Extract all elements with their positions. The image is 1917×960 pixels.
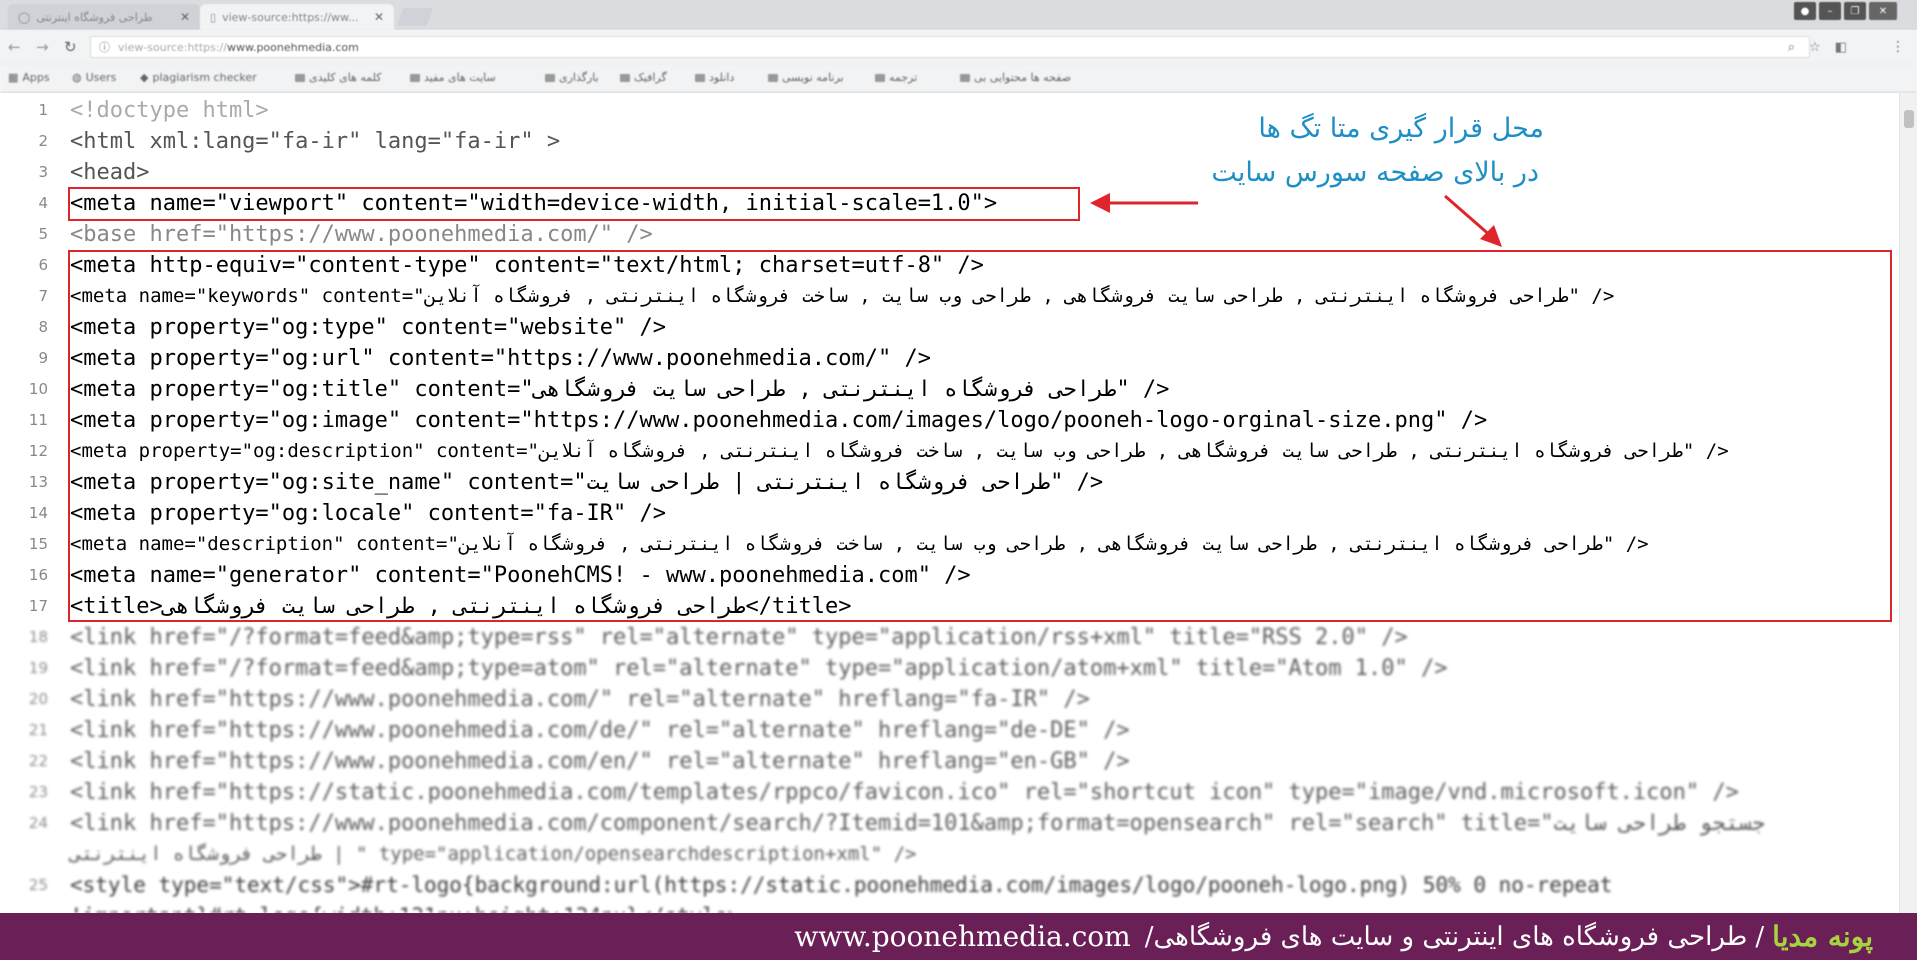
bookmark-apps[interactable]: ▦ Apps bbox=[8, 71, 50, 84]
bookmark-folder[interactable]: دانلود bbox=[695, 71, 734, 84]
source-code: <link href="https://www.poonehmedia.com/… bbox=[70, 718, 1130, 743]
source-line: طراحی فروشگاه اینترنتی | " type="applica… bbox=[0, 839, 1917, 870]
folder-icon bbox=[875, 73, 885, 82]
source-line: 22 <link href="https://www.poonehmedia.c… bbox=[0, 746, 1917, 777]
source-code: <link href="https://static.poonehmedia.c… bbox=[70, 780, 1739, 805]
source-line: 21 <link href="https://www.poonehmedia.c… bbox=[0, 715, 1917, 746]
tab-store-design[interactable]: ◯ طراحی فروشگاه اینترنتی ✕ bbox=[8, 4, 200, 30]
zoom-icon[interactable]: ⌕ bbox=[1788, 40, 1795, 55]
source-code: <link href="https://www.poonehmedia.com/… bbox=[70, 749, 1130, 774]
vertical-scrollbar[interactable] bbox=[1899, 93, 1917, 913]
source-line: 25 <style type="text/css">#rt-logo{backg… bbox=[0, 870, 1917, 901]
folder-icon bbox=[295, 73, 305, 82]
site-url: www.poonehmedia.com bbox=[794, 920, 1131, 953]
source-code: <head> bbox=[70, 160, 150, 185]
down-arrow-icon bbox=[1444, 194, 1502, 247]
close-icon[interactable]: ✕ bbox=[180, 10, 190, 24]
source-line: 20 <link href="https://www.poonehmedia.c… bbox=[0, 684, 1917, 715]
tagline: طراحی فروشگاه های اینترنتی و سایت های فر… bbox=[1144, 921, 1748, 952]
reload-icon[interactable]: ↻ bbox=[64, 38, 77, 56]
apps-icon: ▦ bbox=[8, 71, 19, 84]
user-icon[interactable]: ● bbox=[1794, 2, 1816, 20]
window-controls: ● – ❐ ✕ bbox=[1794, 2, 1897, 20]
annotation-line-1: محل قرار گیری متا تگ ها bbox=[1258, 113, 1544, 144]
folder-icon bbox=[410, 73, 420, 82]
globe-icon: ◯ bbox=[18, 10, 31, 24]
new-tab-button[interactable] bbox=[396, 8, 434, 26]
bookmark-folder[interactable]: کلمه های کلیدی bbox=[295, 71, 381, 84]
star-icon[interactable]: ☆ bbox=[1809, 40, 1821, 55]
source-code: طراحی فروشگاه اینترنتی | " type="applica… bbox=[70, 843, 917, 865]
brand-name: پونه مدیا bbox=[1772, 920, 1873, 953]
extension-icon[interactable]: ◧ bbox=[1835, 40, 1847, 55]
source-code: <link href="https://www.poonehmedia.com/… bbox=[70, 687, 1090, 712]
forward-arrow-icon[interactable]: → bbox=[36, 38, 49, 56]
folder-icon bbox=[620, 73, 630, 82]
info-icon: ⓘ bbox=[99, 41, 110, 54]
close-icon[interactable]: ✕ bbox=[374, 10, 384, 24]
bookmark-folder[interactable]: بارگذاری bbox=[545, 71, 599, 84]
browser-toolbar: ← → ↻ ⓘ view-source:https:// www.poonehm… bbox=[0, 30, 1917, 65]
menu-icon[interactable]: ⋮ bbox=[1891, 39, 1905, 55]
source-code: <link href="/?format=feed&amp;type=atom"… bbox=[70, 656, 1448, 681]
bookmark-users[interactable]: ◍ Users bbox=[72, 71, 116, 84]
omnibox-actions: ⌕ ☆ ◧ bbox=[1788, 40, 1847, 55]
source-line: 5 <base href="https://www.poonehmedia.co… bbox=[0, 219, 1917, 250]
page-icon: ▯ bbox=[210, 10, 217, 24]
address-host: www.poonehmedia.com bbox=[226, 40, 359, 54]
source-line: 19 <link href="/?format=feed&amp;type=at… bbox=[0, 653, 1917, 684]
source-code: <html xml:lang="fa-ir" lang="fa-ir" > bbox=[70, 129, 561, 154]
source-code: <style type="text/css">#rt-logo{backgrou… bbox=[70, 873, 1613, 897]
bookmark-icon: ◆ bbox=[140, 71, 149, 84]
bookmark-folder[interactable]: گرافیک bbox=[620, 71, 667, 84]
bookmark-folder[interactable]: ترجمه bbox=[875, 71, 917, 84]
minimize-button[interactable]: – bbox=[1819, 2, 1841, 20]
footer-banner: پونه مدیا / طراحی فروشگاه های اینترنتی و… bbox=[0, 913, 1917, 960]
annotation-line-2: در بالای صفحه سورس سایت bbox=[1211, 157, 1539, 188]
left-arrow-icon bbox=[1090, 193, 1198, 213]
source-code: <base href="https://www.poonehmedia.com/… bbox=[70, 222, 653, 247]
bookmarks-bar: ▦ Apps ◍ Users ◆ plagiarism checker کلمه ها… bbox=[0, 64, 1917, 93]
tab-view-source[interactable]: ▯ view-source:https://ww... ✕ bbox=[200, 4, 394, 30]
tab-label: view-source:https://ww... bbox=[222, 10, 359, 24]
bookmark-plagiarism[interactable]: ◆ plagiarism checker bbox=[140, 71, 257, 84]
folder-icon bbox=[545, 73, 555, 82]
tab-bar: ◯ طراحی فروشگاه اینترنتی ✕ ▯ view-source… bbox=[0, 0, 1917, 30]
folder-icon bbox=[768, 73, 778, 82]
close-window-button[interactable]: ✕ bbox=[1869, 2, 1897, 20]
restore-button[interactable]: ❐ bbox=[1844, 2, 1866, 20]
globe-icon: ◍ bbox=[72, 71, 82, 84]
source-code: <!doctype html> bbox=[70, 98, 269, 123]
address-bar[interactable]: ⓘ view-source:https:// www.poonehmedia.c… bbox=[90, 36, 1810, 58]
source-code: !important}#rt-logo{width:131px;height:1… bbox=[70, 901, 740, 913]
address-prefix: view-source:https:// bbox=[118, 40, 227, 54]
tab-label: طراحی فروشگاه اینترنتی bbox=[36, 10, 153, 24]
source-view: 1 <!doctype html> 2 <html xml:lang="fa-i… bbox=[0, 93, 1917, 913]
source-code: <link href="https://www.poonehmedia.com/… bbox=[70, 811, 1766, 836]
source-line: 24 <link href="https://www.poonehmedia.c… bbox=[0, 808, 1917, 839]
back-arrow-icon[interactable]: ← bbox=[8, 38, 21, 56]
source-line: 3 <head> bbox=[0, 157, 1917, 188]
scrollbar-thumb[interactable] bbox=[1904, 110, 1914, 128]
bookmark-folder[interactable]: صفحه ها محتوایی بی bbox=[960, 71, 1071, 84]
separator: / bbox=[1755, 921, 1765, 952]
source-code: <link href="/?format=feed&amp;type=rss" … bbox=[70, 625, 1408, 650]
folder-icon bbox=[960, 73, 970, 82]
source-line: 18 <link href="/?format=feed&amp;type=rs… bbox=[0, 622, 1917, 653]
meta-tags-highlight-box bbox=[68, 250, 1892, 622]
source-line: 1 <!doctype html> bbox=[0, 95, 1917, 126]
source-line: !important}#rt-logo{width:131px;height:1… bbox=[0, 901, 1917, 913]
source-line: 23 <link href="https://static.poonehmedi… bbox=[0, 777, 1917, 808]
bookmark-folder[interactable]: برنامه نویسی bbox=[768, 71, 844, 84]
source-line: 2 <html xml:lang="fa-ir" lang="fa-ir" > bbox=[0, 126, 1917, 157]
bookmark-folder[interactable]: سایت های مفید bbox=[410, 71, 496, 84]
folder-icon bbox=[695, 73, 705, 82]
viewport-highlight-box bbox=[68, 187, 1080, 221]
